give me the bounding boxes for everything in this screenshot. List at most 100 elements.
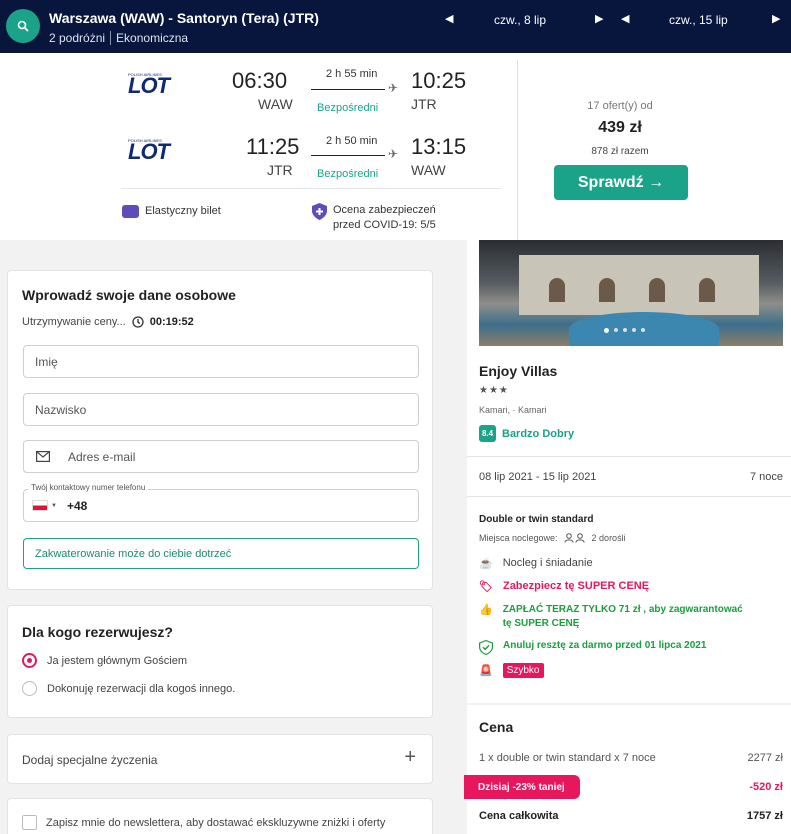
outbound-depart-time: 06:30 xyxy=(232,68,288,93)
last-name-field[interactable]: Nazwisko xyxy=(23,393,419,426)
photo-detail xyxy=(599,278,615,302)
hotel-location: Kamari, · Kamari xyxy=(479,405,547,415)
divider xyxy=(121,188,501,189)
phone-field[interactable]: ▼ +48 xyxy=(23,489,419,522)
total-price-row: Cena całkowita 1757 zł xyxy=(479,810,783,822)
carousel-dot[interactable] xyxy=(623,328,627,332)
booking-for-title: Dla kogo rezerwujesz? xyxy=(22,624,173,640)
photo-detail xyxy=(549,278,565,302)
travellers-count: 2 podróżni xyxy=(49,31,106,45)
hotel-name: Enjoy Villas xyxy=(479,363,558,379)
carousel-dot[interactable] xyxy=(614,328,618,332)
board-type: ☕ Nocleg i śniadanie xyxy=(479,557,593,570)
free-cancel: Anuluj resztę za darmo przed 01 lipca 20… xyxy=(479,640,706,655)
outbound-depart-code: WAW xyxy=(258,96,293,112)
prev-return-date-icon[interactable]: ◀ xyxy=(621,12,629,25)
divider xyxy=(517,60,518,240)
photo-carousel-dots[interactable] xyxy=(604,328,645,333)
newsletter-label: Zapisz mnie do newslettera, aby dostawać… xyxy=(46,816,386,829)
outbound-stops: Bezpośredni xyxy=(317,102,379,114)
fast-badge-row: 🚨 Szybko xyxy=(479,663,544,678)
email-field[interactable]: Adres e-mail xyxy=(23,440,419,473)
carousel-dot[interactable] xyxy=(641,328,645,332)
return-depart-code: JTR xyxy=(267,162,293,178)
next-return-date-icon[interactable]: ▶ xyxy=(772,12,780,25)
price-hold-label: Utrzymywanie ceny... xyxy=(22,316,126,328)
special-requests-label: Dodaj specjalne życzenia xyxy=(22,753,158,767)
newsletter-checkbox-row[interactable]: Zapisz mnie do newslettera, aby dostawać… xyxy=(22,815,385,830)
depart-date[interactable]: czw., 8 lip xyxy=(494,13,546,27)
hotel-photo[interactable] xyxy=(479,240,783,346)
super-price-label: Zabezpiecz tę SUPER CENĘ xyxy=(502,580,650,592)
phone-field-label: Twój kontaktowy numer telefonu xyxy=(28,483,149,492)
airline-logo: LOT xyxy=(128,73,170,98)
photo-detail xyxy=(649,278,665,302)
radio-selected-icon[interactable] xyxy=(22,653,37,668)
free-cancel-label: Anuluj resztę za darmo przed 01 lipca 20… xyxy=(503,640,707,651)
score-badge: 8.4 xyxy=(479,425,496,442)
personal-details-panel: Wprowadź swoje dane osobowe Utrzymywanie… xyxy=(7,270,433,590)
pay-now-line1: ZAPŁAĆ TERAZ TYLKO 71 zł , aby zagwarant… xyxy=(502,604,743,615)
next-depart-date-icon[interactable]: ▶ xyxy=(595,12,603,25)
return-arrive-time: 13:15 xyxy=(411,134,467,159)
covid-rating: Ocena zabezpieczeń przed COVID-19: 5/5 xyxy=(312,203,436,233)
stay-dates: 08 lip 2021 - 15 lip 2021 xyxy=(479,471,597,483)
newsletter-checkbox[interactable] xyxy=(22,815,37,830)
return-arrive-code: WAW xyxy=(411,162,446,178)
route-title[interactable]: Warszawa (WAW) - Santoryn (Tera) (JTR) xyxy=(49,10,319,26)
carousel-dot[interactable] xyxy=(632,328,636,332)
email-placeholder: Adres e-mail xyxy=(68,449,136,464)
covid-rating-line1: Ocena zabezpieczeń xyxy=(333,204,436,216)
discount-badge: Dzisiaj -23% taniej xyxy=(464,775,580,799)
plane-icon: ✈ xyxy=(388,147,399,161)
tag-icon: 🏷 xyxy=(479,581,493,593)
radio-main-guest[interactable]: Ja jestem głównym Gościem xyxy=(22,653,187,668)
return-depart-time: 11:25 xyxy=(246,134,300,159)
special-requests-panel[interactable]: Dodaj specjalne życzenia + xyxy=(7,734,433,784)
flexible-ticket-label: Elastyczny bilet xyxy=(145,205,221,217)
return-date[interactable]: czw., 15 lip xyxy=(669,13,728,27)
siren-icon: 🚨 xyxy=(479,665,493,677)
check-button[interactable]: Sprawdź → xyxy=(554,165,688,200)
radio-main-guest-label: Ja jestem głównym Gościem xyxy=(47,654,187,667)
cabin-class: Ekonomiczna xyxy=(116,31,189,45)
flight-line xyxy=(311,155,385,156)
hotel-score: 8.4 Bardzo Dobry xyxy=(479,425,574,442)
price-hold-timer: 00:19:52 xyxy=(149,316,194,328)
beds-label: Miejsca noclegowe: xyxy=(479,533,558,543)
flexible-ticket-icon xyxy=(122,205,139,218)
plus-icon[interactable]: + xyxy=(404,746,416,769)
stay-nights: 7 noce xyxy=(749,471,783,483)
return-stops: Bezpośredni xyxy=(317,168,379,180)
search-bar: Warszawa (WAW) - Santoryn (Tera) (JTR) 2… xyxy=(0,0,791,53)
price-line-label: 1 x double or twin standard x 7 noce xyxy=(479,752,656,764)
flight-card: POLISH AIRLINES LOT 06:30 WAW 2 h 55 min… xyxy=(0,53,791,240)
score-text: Bardzo Dobry xyxy=(502,427,575,440)
search-summary[interactable]: 2 podróżni Ekonomiczna xyxy=(49,31,188,45)
search-button[interactable] xyxy=(6,9,40,43)
country-dropdown-icon[interactable]: ▼ xyxy=(51,503,57,509)
beds-value: 2 dorośli xyxy=(591,533,626,543)
photo-detail xyxy=(699,278,715,302)
offer-total: 878 zł razem xyxy=(591,146,649,157)
discount-value: -520 zł xyxy=(749,781,783,793)
radio-someone-else-label: Dokonuję rezerwacji dla kogoś innego. xyxy=(47,682,236,695)
phone-prefix: +48 xyxy=(66,498,88,513)
room-type: Double or twin standard xyxy=(479,514,594,525)
shield-icon xyxy=(312,203,327,220)
carousel-dot-active[interactable] xyxy=(604,328,609,333)
prev-depart-date-icon[interactable]: ◀ xyxy=(445,12,453,25)
room-occupancy: Miejsca noclegowe: 2 dorośli xyxy=(479,533,626,543)
outbound-arrive-time: 10:25 xyxy=(411,68,467,93)
first-name-field[interactable]: Imię xyxy=(23,345,419,378)
plane-icon: ✈ xyxy=(388,81,399,95)
clock-icon xyxy=(132,316,144,328)
offers-count: 17 ofert(y) od xyxy=(587,100,653,112)
radio-unselected-icon[interactable] xyxy=(22,681,37,696)
poland-flag-icon[interactable] xyxy=(32,500,48,511)
personal-details-title: Wprowadź swoje dane osobowe xyxy=(22,287,236,303)
person-icon xyxy=(563,533,585,543)
flexible-ticket: Elastyczny bilet xyxy=(122,205,221,218)
radio-someone-else[interactable]: Dokonuję rezerwacji dla kogoś innego. xyxy=(22,681,235,696)
flight-line xyxy=(311,89,385,90)
